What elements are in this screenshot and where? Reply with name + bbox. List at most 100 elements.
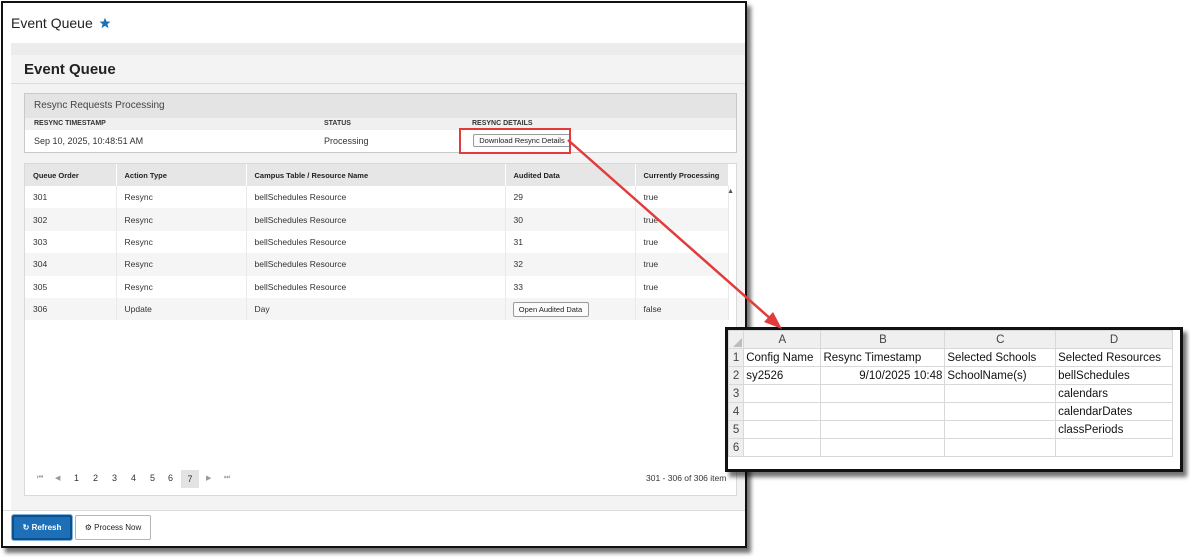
refresh-icon: ↻ [22,523,30,532]
page-link[interactable]: 4 [131,473,136,483]
row-number[interactable]: 3 [728,384,745,403]
open-audited-data-button[interactable]: Open Audited Data [512,301,589,317]
row-number[interactable]: 1 [728,348,745,367]
table-row[interactable]: 305 Resync bellSchedules Resource 33 tru… [25,275,729,298]
cell[interactable] [820,384,946,403]
favorite-star-icon[interactable] [99,17,111,29]
page-link[interactable]: 2 [93,473,98,483]
refresh-button[interactable]: ↻ Refresh [12,515,72,540]
last-page-icon[interactable]: ⏭ [224,474,230,482]
cell[interactable]: 9/10/2025 10:48 [820,366,946,385]
table-row[interactable]: 301 Resync bellSchedules Resource 29 tru… [25,186,729,209]
resync-timestamp: Sep 10, 2025, 10:48:51 AM [34,136,144,146]
cell[interactable]: classPeriods [1055,420,1173,439]
cell[interactable] [820,438,946,457]
resource-name: bellSchedules Resource [246,230,506,254]
title-bar: Event Queue [3,3,745,36]
content-panel: Event Queue Resync Requests Processing R… [11,55,745,510]
column-letter[interactable]: D [1055,330,1173,349]
header-band [11,43,745,55]
row-number[interactable]: 4 [728,402,745,421]
cell[interactable] [944,438,1057,457]
page-link[interactable]: 3 [112,473,117,483]
audited-data: 31 [505,230,636,254]
cell[interactable]: Config Name [743,348,822,367]
row-number[interactable]: 5 [728,420,745,439]
column-header[interactable]: Action Type [116,164,247,186]
cell[interactable] [743,402,822,421]
cell[interactable] [743,384,822,403]
queue-table-container: Queue Order Action Type Campus Table / R… [24,163,737,496]
table-row[interactable]: 302 Resync bellSchedules Resource 30 tru… [25,208,729,231]
cell[interactable] [944,402,1057,421]
audited-data-cell: Open Audited Data [505,297,636,321]
table-row[interactable]: 303 Resync bellSchedules Resource 31 tru… [25,230,729,254]
column-letter[interactable]: B [820,330,946,349]
cell[interactable] [820,402,946,421]
spreadsheet-row: 5 classPeriods [728,420,1173,439]
resync-details-header: RESYNC DETAILS [472,120,533,127]
resync-row: Sep 10, 2025, 10:48:51 AM Processing Dow… [25,130,736,152]
cell[interactable]: calendars [1055,384,1173,403]
table-row[interactable]: 306 Update Day Open Audited Data false [25,297,729,321]
spreadsheet-grid: A B C D 1 Config Name Resync Timestamp S… [728,330,1173,457]
resync-timestamp-header: RESYNC TIMESTAMP [34,120,106,127]
cell[interactable]: SchoolName(s) [944,366,1057,385]
pagination-summary: 301 - 306 of 306 item [646,473,727,483]
page-link-active[interactable]: 7 [181,470,199,488]
page-link[interactable]: 1 [74,473,79,483]
cell[interactable] [944,420,1057,439]
resource-name: Day [246,297,506,321]
first-page-icon[interactable]: ⏮ [37,474,43,482]
spreadsheet-preview: A B C D 1 Config Name Resync Timestamp S… [725,327,1183,472]
refresh-label: Refresh [31,523,62,532]
cell[interactable]: Selected Resources [1055,348,1173,367]
resource-name: bellSchedules Resource [246,186,506,209]
cell[interactable] [944,384,1057,403]
table-row[interactable]: 304 Resync bellSchedules Resource 32 tru… [25,253,729,276]
page-link[interactable]: 6 [168,473,173,483]
action-type: Resync [116,253,247,276]
process-now-button[interactable]: ⚙ Process Now [75,515,151,540]
spreadsheet-column-letters: A B C D [728,330,1173,349]
row-number[interactable]: 6 [728,438,745,457]
resync-status: Processing [324,136,369,146]
next-page-icon[interactable]: ▶ [206,474,211,482]
cell[interactable]: Selected Schools [944,348,1057,367]
cell[interactable]: bellSchedules [1055,366,1173,385]
queue-order: 306 [25,297,117,321]
column-header[interactable]: Audited Data [505,164,636,186]
cell[interactable]: calendarDates [1055,402,1173,421]
cell[interactable]: sy2526 [743,366,822,385]
action-type: Resync [116,186,247,209]
column-letter[interactable]: C [944,330,1057,349]
cell[interactable] [820,420,946,439]
resync-status-header: STATUS [324,120,351,127]
cell[interactable] [1055,438,1173,457]
callout-highlight-box [459,128,571,154]
currently-processing: true [635,275,729,298]
column-header[interactable]: Currently Processing [635,164,729,186]
cell[interactable] [743,438,822,457]
prev-page-icon[interactable]: ◀ [55,474,60,482]
cell[interactable] [743,420,822,439]
spreadsheet-row: 3 calendars [728,384,1173,403]
column-header[interactable]: Queue Order [25,164,117,186]
page-link[interactable]: 5 [150,473,155,483]
currently-processing: true [635,230,729,254]
currently-processing: true [635,208,729,231]
event-queue-window: Event Queue Event Queue Resync Requests … [1,1,747,548]
row-number[interactable]: 2 [728,366,745,385]
column-letter[interactable]: A [743,330,822,349]
currently-processing: false [635,297,729,321]
scroll-up-icon[interactable]: ▲ [727,188,734,195]
queue-order: 304 [25,253,117,276]
queue-header-row: Queue Order Action Type Campus Table / R… [25,164,729,186]
resource-name: bellSchedules Resource [246,208,506,231]
cell[interactable]: Resync Timestamp [820,348,946,367]
column-header[interactable]: Campus Table / Resource Name [246,164,506,186]
divider [11,83,745,84]
currently-processing: true [635,186,729,209]
select-all-corner[interactable] [728,330,745,349]
page-title: Event Queue [24,61,116,78]
